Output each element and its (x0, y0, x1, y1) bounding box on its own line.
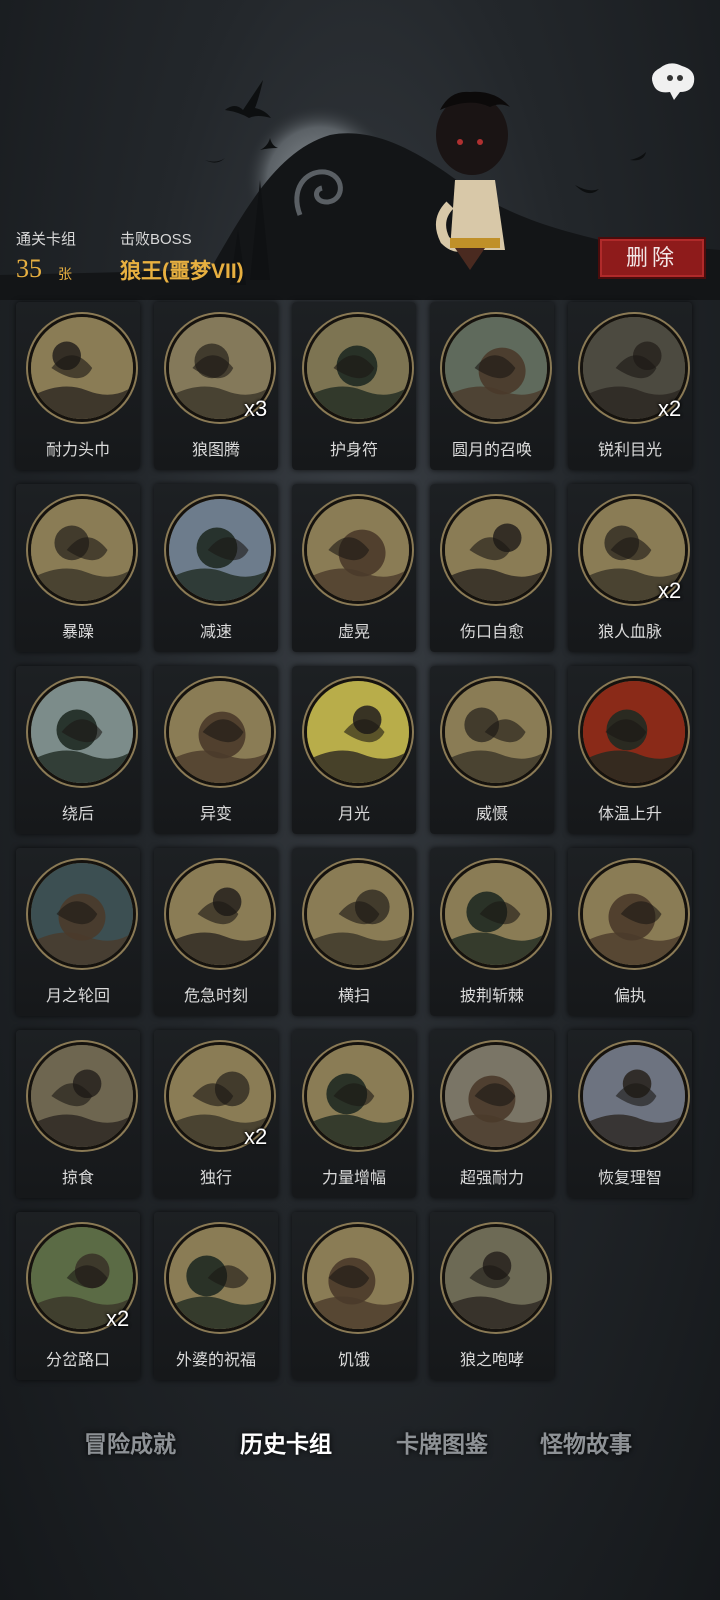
card-paranoid-wolf[interactable]: 偏执 (568, 848, 692, 1016)
card-name: 力量增幅 (321, 1170, 386, 1187)
card-mutation[interactable]: 异变 (154, 666, 278, 834)
card-name: 虚晃 (337, 624, 370, 641)
card-bandana[interactable]: 耐力头巾 (16, 302, 140, 470)
card-name: 月光 (337, 806, 370, 823)
card-name: 月之轮回 (45, 988, 110, 1005)
card-name: 披荆斩棘 (459, 988, 524, 1005)
intimidate-icon (442, 678, 550, 786)
card-intimidate[interactable]: 威慑 (430, 666, 554, 834)
card-name: 体温上升 (597, 806, 662, 823)
card-name: 分岔路口 (45, 1352, 110, 1369)
card-sanity[interactable]: 恢复理智 (568, 1030, 692, 1198)
card-name: 耐力头巾 (45, 442, 110, 459)
delete-button[interactable]: 删除 (598, 237, 706, 279)
rage-brute-icon (28, 496, 136, 604)
clock-slow-icon (166, 496, 274, 604)
grandma-icon (166, 1224, 274, 1332)
back-ghost-icon[interactable] (646, 56, 700, 102)
card-name: 减速 (199, 624, 232, 641)
endurance-icon (442, 1042, 550, 1150)
thorns-icon (442, 860, 550, 968)
card-name: 狼人血脉 (597, 624, 662, 641)
boss-label: 击败BOSS (120, 231, 192, 248)
moonlight-icon (304, 678, 412, 786)
card-name: 饥饿 (337, 1352, 370, 1369)
card-moonlight[interactable]: 月光 (292, 666, 416, 834)
bottom-tabs: 冒险成就 历史卡组 卡牌图鉴 怪物故事 (0, 1425, 720, 1475)
card-log-lift[interactable]: 力量增幅 (292, 1030, 416, 1198)
card-sweep[interactable]: 横扫 (292, 848, 416, 1016)
card-wolf-eyes[interactable]: 锐利目光 x2 (568, 302, 692, 470)
card-healing-boy[interactable]: 伤口自愈 (430, 484, 554, 652)
card-quantity-badge: x3 (244, 396, 268, 421)
card-quantity-badge: x2 (658, 396, 682, 421)
hunger-icon (304, 1224, 412, 1332)
tab-0[interactable]: 冒险成就 (84, 1425, 176, 1459)
card-quantity-badge: x2 (658, 578, 682, 603)
card-name: 锐利目光 (597, 442, 662, 459)
card-quantity-badge: x2 (244, 1124, 268, 1149)
card-name: 异变 (199, 806, 232, 823)
crisis-icon (166, 860, 274, 968)
card-fire-wolf[interactable]: 体温上升 (568, 666, 692, 834)
card-hunger[interactable]: 饥饿 (292, 1212, 416, 1380)
moon-phases-icon (28, 860, 136, 968)
card-thorns[interactable]: 披荆斩棘 (430, 848, 554, 1016)
card-quantity-badge: x2 (106, 1306, 130, 1331)
deck-unit: 张 (58, 266, 72, 282)
wolf-howl-icon (442, 1224, 550, 1332)
skull-monster-icon (28, 678, 136, 786)
card-name: 狼图腾 (191, 442, 240, 459)
card-endurance[interactable]: 超强耐力 (430, 1030, 554, 1198)
deck-count: 35 (16, 254, 42, 283)
card-crisis[interactable]: 危急时刻 (154, 848, 278, 1016)
card-name: 圆月的召唤 (451, 442, 532, 459)
card-name: 恢复理智 (597, 1170, 662, 1187)
log-lift-icon (304, 1042, 412, 1150)
card-name: 护身符 (329, 442, 378, 459)
card-amulet[interactable]: 护身符 (292, 302, 416, 470)
bandana-icon (28, 314, 136, 422)
sweep-icon (304, 860, 412, 968)
tab-2[interactable]: 卡牌图鉴 (396, 1425, 488, 1459)
card-wolf-totem[interactable]: 狼图腾 x3 (154, 302, 278, 470)
amulet-icon (304, 314, 412, 422)
card-name: 绕后 (61, 806, 94, 823)
mutation-icon (166, 678, 274, 786)
tab-1[interactable]: 历史卡组 (240, 1425, 332, 1459)
card-name: 超强耐力 (459, 1170, 524, 1187)
card-name: 威慑 (475, 806, 508, 823)
card-name: 危急时刻 (183, 988, 248, 1005)
deck-label: 通关卡组 (16, 231, 77, 248)
card-name: 外婆的祝福 (175, 1352, 256, 1369)
card-claw-hand[interactable]: 狼人血脉 x2 (568, 484, 692, 652)
card-name: 独行 (199, 1170, 232, 1187)
boss-name: 狼王(噩梦VII) (120, 260, 244, 283)
card-name: 掠食 (61, 1170, 94, 1187)
card-full-moon-forest[interactable]: 圆月的召唤 (430, 302, 554, 470)
card-name: 偏执 (613, 988, 646, 1005)
card-name: 伤口自愈 (459, 624, 524, 641)
tab-3[interactable]: 怪物故事 (540, 1425, 632, 1459)
healing-boy-icon (442, 496, 550, 604)
full-moon-forest-icon (442, 314, 550, 422)
card-clock-slow[interactable]: 减速 (154, 484, 278, 652)
card-name: 横扫 (337, 988, 370, 1005)
card-crossroads[interactable]: 分岔路口 x2 (16, 1212, 140, 1380)
paranoid-wolf-icon (580, 860, 688, 968)
card-wolf-howl[interactable]: 狼之咆哮 (430, 1212, 554, 1380)
card-boxer[interactable]: 虚晃 (292, 484, 416, 652)
card-moon-phases[interactable]: 月之轮回 (16, 848, 140, 1016)
card-name: 暴躁 (61, 624, 94, 641)
predator-icon (28, 1042, 136, 1150)
card-rage-brute[interactable]: 暴躁 (16, 484, 140, 652)
card-name: 狼之咆哮 (459, 1352, 524, 1369)
card-predator[interactable]: 掠食 (16, 1030, 140, 1198)
card-lone-walker[interactable]: 独行 x2 (154, 1030, 278, 1198)
card-grandma[interactable]: 外婆的祝福 (154, 1212, 278, 1380)
boxer-icon (304, 496, 412, 604)
sanity-icon (580, 1042, 688, 1150)
card-skull-monster[interactable]: 绕后 (16, 666, 140, 834)
fire-wolf-icon (580, 678, 688, 786)
